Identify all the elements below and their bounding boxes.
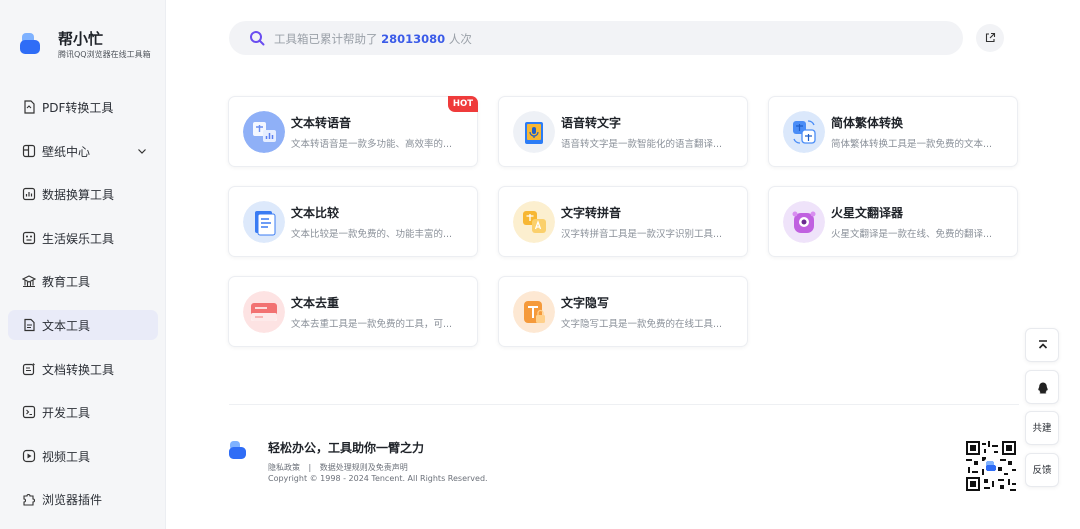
search-bar[interactable]: 工具箱已累计帮助了 28013080 人次 xyxy=(229,21,963,55)
qq-contact-button[interactable] xyxy=(1025,370,1059,404)
steganography-icon xyxy=(513,291,555,333)
card-description: 文本比较是一款免费的、功能丰富的... xyxy=(291,229,453,240)
dedupe-icon xyxy=(243,291,285,333)
footer-slogan: 轻松办公，工具助你一臂之力 xyxy=(268,441,425,455)
sidebar-item-label: 生活娱乐工具 xyxy=(42,231,115,246)
sidebar-nav: PDF转换工具 壁纸中心 数据换算工具 生活娱乐工具 教育工具 文本工具 文档转… xyxy=(8,92,158,528)
video-icon xyxy=(22,449,36,462)
sidebar-item-label: 视频工具 xyxy=(42,449,91,464)
sidebar-item-education[interactable]: 教育工具 xyxy=(8,266,158,296)
code-icon xyxy=(22,406,36,419)
back-to-top-button[interactable] xyxy=(1025,328,1059,362)
sidebar-item-label: 壁纸中心 xyxy=(42,144,91,159)
app: 帮小忙 腾讯QQ浏览器在线工具箱 PDF转换工具 壁纸中心 数据换算工具 生活娱… xyxy=(0,0,1080,529)
card-title: 文字隐写 xyxy=(561,296,610,310)
document-icon xyxy=(22,362,35,375)
sidebar-item-document-conversion[interactable]: 文档转换工具 xyxy=(8,354,158,384)
build-together-button[interactable]: 共建 xyxy=(1025,411,1059,445)
qq-icon xyxy=(1038,382,1048,394)
life-icon xyxy=(22,231,36,244)
qr-code-icon xyxy=(966,441,1016,491)
card-title: 文本比较 xyxy=(291,206,340,220)
speech-to-text-icon xyxy=(513,111,555,153)
share-button[interactable] xyxy=(976,24,1004,52)
tool-card-text-to-speech[interactable]: 文本转语音 文本转语音是一款多功能、高效率的... HOT xyxy=(228,96,478,167)
share-icon xyxy=(985,32,996,43)
help-count: 28013080 xyxy=(381,32,446,46)
brand-logo-icon xyxy=(20,33,40,54)
card-description: 文本去重工具是一款免费的工具，可... xyxy=(291,319,453,330)
card-description: 火星文翻译是一款在线、免费的翻译... xyxy=(831,229,993,240)
card-title: 简体繁体转换 xyxy=(831,116,904,130)
tool-card-martian-translator[interactable]: 火星文翻译器 火星文翻译是一款在线、免费的翻译... xyxy=(768,186,1018,257)
text-icon xyxy=(24,318,35,332)
tool-card-pinyin[interactable]: 文字转拼音 汉字转拼音工具是一款汉字识别工具... xyxy=(498,186,748,257)
card-title: 火星文翻译器 xyxy=(831,206,904,220)
chevron-down-icon[interactable] xyxy=(136,145,148,157)
card-description: 文本转语音是一款多功能、高效率的... xyxy=(291,139,453,150)
tool-card-steganography[interactable]: 文字隐写 文字隐写工具是一款免费的在线工具... xyxy=(498,276,748,347)
text-compare-icon xyxy=(243,201,285,243)
calculator-icon xyxy=(22,188,36,201)
wallpaper-icon xyxy=(22,144,36,157)
back-to-top-icon xyxy=(1038,340,1048,349)
data-rules-link[interactable]: 数据处理规则及免责声明 xyxy=(320,463,408,472)
sidebar: 帮小忙 腾讯QQ浏览器在线工具箱 PDF转换工具 壁纸中心 数据换算工具 生活娱… xyxy=(0,0,166,529)
pinyin-icon xyxy=(513,201,555,243)
footer-logo-icon xyxy=(229,441,246,459)
sidebar-item-life[interactable]: 生活娱乐工具 xyxy=(8,223,158,253)
footer-divider xyxy=(229,404,1019,405)
card-title: 文字转拼音 xyxy=(561,206,622,220)
sidebar-item-data-conversion[interactable]: 数据换算工具 xyxy=(8,179,158,209)
brand[interactable]: 帮小忙 腾讯QQ浏览器在线工具箱 xyxy=(20,28,160,64)
search-placeholder: 工具箱已累计帮助了 28013080 人次 xyxy=(274,31,472,47)
tool-card-simplified-traditional[interactable]: 简体繁体转换 简体繁体转换工具是一款免费的文本... xyxy=(768,96,1018,167)
brand-subtitle: 腾讯QQ浏览器在线工具箱 xyxy=(58,50,151,59)
sidebar-item-dev-tools[interactable]: 开发工具 xyxy=(8,397,158,427)
sidebar-item-pdf[interactable]: PDF转换工具 xyxy=(8,92,158,122)
search-icon xyxy=(250,31,265,46)
tool-card-text-dedupe[interactable]: 文本去重 文本去重工具是一款免费的工具，可... xyxy=(228,276,478,347)
card-description: 语音转文字是一款智能化的语言翻译... xyxy=(561,139,723,150)
sidebar-item-label: 浏览器插件 xyxy=(42,493,103,508)
pdf-icon xyxy=(24,100,35,114)
footer-copyright: Copyright © 1998 - 2024 Tencent. All Rig… xyxy=(268,474,488,483)
card-description: 汉字转拼音工具是一款汉字识别工具... xyxy=(561,229,723,240)
card-title: 文本去重 xyxy=(291,296,340,310)
hot-badge: HOT xyxy=(448,96,478,112)
sidebar-item-label: 开发工具 xyxy=(42,406,91,421)
tool-card-speech-to-text[interactable]: 语音转文字 语音转文字是一款智能化的语言翻译... xyxy=(498,96,748,167)
privacy-policy-link[interactable]: 隐私政策 xyxy=(268,463,300,472)
sidebar-item-label: 教育工具 xyxy=(42,275,91,290)
card-title: 语音转文字 xyxy=(561,116,622,130)
text-to-speech-icon xyxy=(243,111,285,153)
search-prefix: 工具箱已累计帮助了 xyxy=(274,32,378,46)
education-icon xyxy=(22,275,36,288)
sidebar-item-label: 文档转换工具 xyxy=(42,362,115,377)
brand-title: 帮小忙 xyxy=(58,30,104,48)
simplified-traditional-icon xyxy=(783,111,825,153)
tool-card-text-compare[interactable]: 文本比较 文本比较是一款免费的、功能丰富的... xyxy=(228,186,478,257)
card-title: 文本转语音 xyxy=(291,116,352,130)
feedback-button[interactable]: 反馈 xyxy=(1025,453,1059,487)
sidebar-item-text-tools[interactable]: 文本工具 xyxy=(8,309,158,340)
plugin-icon xyxy=(23,494,35,506)
sidebar-item-label: 文本工具 xyxy=(42,318,91,333)
sidebar-item-video-tools[interactable]: 视频工具 xyxy=(8,441,158,471)
sidebar-item-browser-plugins[interactable]: 浏览器插件 xyxy=(8,484,158,514)
card-description: 文字隐写工具是一款免费的在线工具... xyxy=(561,319,723,330)
sidebar-item-wallpaper[interactable]: 壁纸中心 xyxy=(8,136,158,166)
sidebar-item-label: 数据换算工具 xyxy=(42,188,115,203)
footer-separator: | xyxy=(308,463,312,472)
card-description: 简体繁体转换工具是一款免费的文本... xyxy=(831,139,993,150)
sidebar-item-label: PDF转换工具 xyxy=(42,101,114,115)
footer-links: 隐私政策 | 数据处理规则及免责声明 xyxy=(268,462,414,473)
martian-translator-icon xyxy=(783,201,825,243)
search-suffix: 人次 xyxy=(448,32,472,46)
